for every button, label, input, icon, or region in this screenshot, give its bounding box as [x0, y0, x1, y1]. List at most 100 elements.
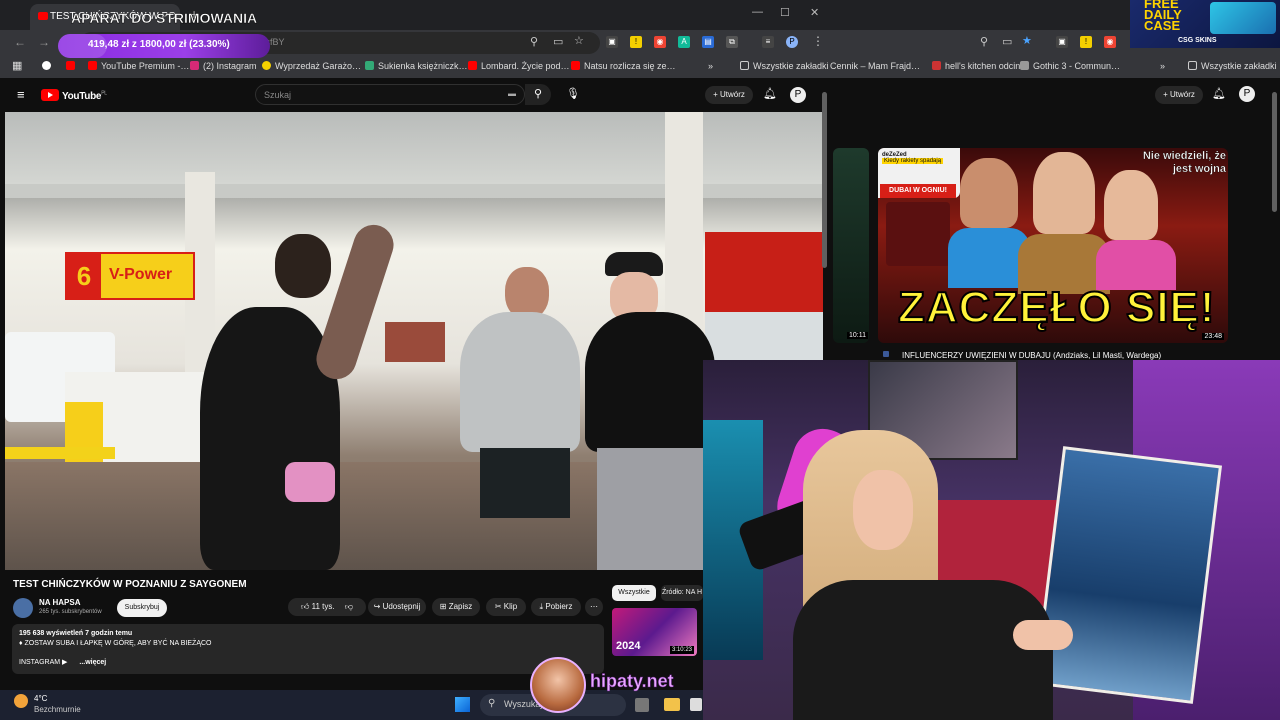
dubai-label: DUBAI W OGNIU! [880, 184, 956, 198]
right-video-title[interactable]: INFLUENCERZY UWIĘZIENI W DUBAJU (Andziak… [902, 351, 1161, 360]
extension-icon[interactable]: ◉ [654, 36, 666, 48]
face-center [1033, 152, 1095, 234]
close-icon[interactable]: ✕ [810, 6, 819, 19]
file-explorer-icon[interactable] [664, 698, 680, 711]
subscribe-button[interactable]: Subskrybuj [117, 599, 167, 617]
bookmarks-overflow-icon[interactable]: » [708, 61, 713, 71]
stream-overlay-title: APARAT DO STRIMOWANIA [71, 10, 258, 26]
person-head [275, 234, 331, 298]
weather-icon[interactable] [14, 694, 28, 708]
cast-icon[interactable]: ▭ [1002, 35, 1012, 48]
create-button[interactable]: + Utwórz [1155, 86, 1203, 104]
weather-temp[interactable]: 4°C [34, 694, 47, 703]
profile-avatar[interactable]: P [786, 36, 798, 48]
avatar[interactable]: P [790, 87, 806, 103]
task-view-icon[interactable] [635, 698, 649, 712]
bookmark-item[interactable]: Sukienka księżniczk… [365, 61, 468, 71]
youtube-header: ≡ YouTubePL Szukaj ▬ ⚲ 🎙︎ + Utwórz 🔔︎ P [0, 82, 830, 108]
chip-all[interactable]: Wszystkie [612, 585, 656, 601]
previous-thumbnail[interactable]: 10:11 [833, 148, 869, 343]
extension-icon[interactable]: ! [1080, 36, 1092, 48]
bookmark-item[interactable]: Gothic 3 - Commun… [1020, 61, 1120, 71]
show-more-link[interactable]: ...więcej [79, 659, 106, 666]
bookmark-item[interactable] [66, 61, 79, 71]
extensions-puzzle-icon[interactable]: ⧉ [726, 36, 738, 48]
bookmark-item[interactable]: YouTube Premium -… [88, 61, 189, 71]
featured-thumbnail[interactable]: deZeZed Kiedy rakiety spadają DUBAI W OGN… [878, 148, 1228, 343]
bookmark-icon[interactable] [42, 61, 55, 71]
channel-avatar[interactable] [13, 598, 33, 618]
extension-icon[interactable]: ▣ [1056, 36, 1068, 48]
maximize-icon[interactable]: ☐ [780, 6, 790, 19]
zoom-icon[interactable]: ⚲ [980, 35, 988, 48]
extension-icon[interactable]: ! [630, 36, 642, 48]
like-icon[interactable]: 👍︎ [301, 602, 309, 611]
keyboard-icon[interactable]: ▬ [508, 89, 516, 98]
extension-icon[interactable]: ◉ [1104, 36, 1116, 48]
zoom-icon[interactable]: ⚲ [530, 35, 538, 48]
thumb-duration: 10:11 [847, 332, 868, 339]
case-graphic [1210, 2, 1276, 34]
sweatpants [597, 448, 707, 570]
channel-subscribers: 265 tys. subskrybentów [39, 609, 102, 615]
download-button[interactable]: ⤓ Pobierz [531, 598, 581, 616]
clip-button[interactable]: ✂ Klip [486, 598, 526, 616]
forward-icon[interactable]: → [38, 35, 50, 49]
all-bookmarks-folder[interactable]: Wszystkie zakładki [1188, 61, 1277, 71]
share-button[interactable]: ↪ Udostępnij [368, 598, 426, 616]
video-player[interactable]: 6 V-Power [5, 112, 823, 570]
translate-icon[interactable]: A [678, 36, 690, 48]
reading-list-icon[interactable]: ≡ [762, 36, 774, 48]
search-button[interactable]: ⚲ [525, 84, 551, 105]
description-box[interactable]: 195 638 wyświetleń 7 godzin temu ♦ ZOSTA… [12, 624, 604, 674]
scrollbar[interactable] [1272, 92, 1277, 212]
bookmark-item[interactable]: Wyprzedaż Garażo… [262, 61, 361, 71]
bookmark-item[interactable]: Cennik – Mam Frajd… [830, 61, 920, 71]
scrollbar[interactable] [822, 92, 827, 268]
more-actions-icon[interactable]: ⋯ [585, 598, 603, 616]
microphone-icon[interactable]: 🎙︎ [566, 87, 580, 100]
face-left [960, 158, 1018, 228]
like-count[interactable]: 11 tys. [312, 602, 335, 611]
thumb-year: 2024 [616, 640, 641, 652]
avatar[interactable]: P [1239, 86, 1255, 102]
bookmark-star-icon[interactable]: ☆ [574, 34, 584, 47]
channel-name[interactable]: NA HAPSA [39, 598, 80, 607]
thumb-duration: 23:48 [1202, 333, 1224, 340]
save-button[interactable]: ⊞ Zapisz [432, 598, 480, 616]
youtube-logo[interactable]: YouTubePL [41, 89, 107, 102]
shell-sign: 6 V-Power [65, 252, 195, 300]
shirt-print [285, 462, 335, 502]
bookmark-item[interactable]: hell's kitchen odcin… [932, 61, 1029, 71]
taskbar-app-icon[interactable] [690, 698, 702, 711]
recommended-thumbnail[interactable]: 2024 3:10:23 [612, 608, 697, 656]
fire-image [886, 202, 950, 266]
bookmark-item[interactable]: (2) Instagram [190, 61, 257, 71]
hamburger-menu-icon[interactable]: ≡ [17, 87, 25, 102]
bookmarks-overflow-icon[interactable]: » [1160, 61, 1165, 71]
search-input[interactable]: Szukaj [255, 84, 525, 105]
bookmark-item[interactable]: Natsu rozlicza się ze… [571, 61, 676, 71]
thumb-duration: 3:10:23 [669, 646, 694, 654]
apps-grid-icon[interactable]: ▦ [12, 59, 22, 72]
bookmark-star-icon[interactable]: ★ [1022, 34, 1032, 47]
all-bookmarks-folder[interactable]: Wszystkie zakładki [740, 61, 829, 71]
weather-desc[interactable]: Bezchmurnie [34, 705, 81, 714]
back-icon[interactable]: ← [14, 35, 26, 49]
notifications-bell-icon[interactable]: 🔔︎ [1212, 87, 1226, 100]
start-windows-icon[interactable] [455, 697, 470, 712]
extension-icon[interactable]: ▣ [606, 36, 618, 48]
minimize-icon[interactable]: — [752, 6, 763, 18]
barrier [5, 447, 115, 459]
bookmark-item[interactable]: Lombard. Życie pod… [468, 61, 570, 71]
description-link[interactable]: INSTAGRAM ▶ [19, 659, 67, 666]
chip-source[interactable]: Źródło: NA H [661, 585, 703, 601]
menu-kebab-icon[interactable]: ⋮ [812, 34, 824, 48]
free-case-text: FREE DAILY CASE [1144, 0, 1182, 33]
extension-icon[interactable]: ▤ [702, 36, 714, 48]
notifications-bell-icon[interactable]: 🔔︎ [763, 87, 777, 100]
dislike-icon[interactable]: 👎︎ [345, 602, 353, 611]
create-button[interactable]: + Utwórz [705, 86, 753, 104]
right-bookmarks-bar: Cennik – Mam Frajd… hell's kitchen odcin… [830, 56, 1280, 78]
cast-icon[interactable]: ▭ [553, 35, 563, 48]
